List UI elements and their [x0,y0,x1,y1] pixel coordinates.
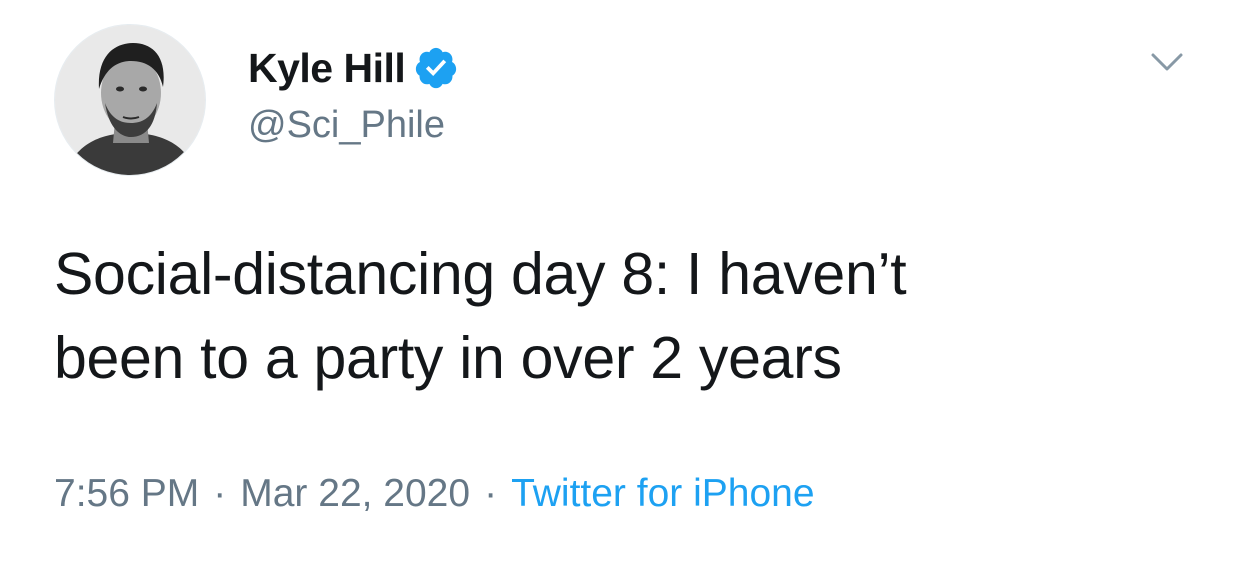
avatar-photo [55,25,205,175]
tweet-card: Kyle Hill @Sci_Phile Social-distancing d… [0,0,1242,565]
tweet-text-line: Social-distancing day 8: I haven’t [54,241,907,307]
tweet-time[interactable]: 7:56 PM [54,472,199,516]
author-display-name[interactable]: Kyle Hill [248,45,406,92]
avatar[interactable] [54,24,206,176]
tweet-text: Social-distancing day 8: I haven’t been … [54,232,1194,400]
author-name-row: Kyle Hill [248,40,459,96]
meta-separator: · [484,472,498,515]
tweet-source-link[interactable]: Twitter for iPhone [511,472,814,516]
chevron-down-icon[interactable] [1145,40,1189,84]
verified-badge-icon [413,45,459,91]
tweet-meta: 7:56 PM · Mar 22, 2020 · Twitter for iPh… [54,466,815,522]
author-handle[interactable]: @Sci_Phile [248,104,445,147]
meta-separator: · [213,472,227,515]
tweet-date[interactable]: Mar 22, 2020 [240,472,470,516]
tweet-text-line: been to a party in over 2 years [54,325,842,391]
